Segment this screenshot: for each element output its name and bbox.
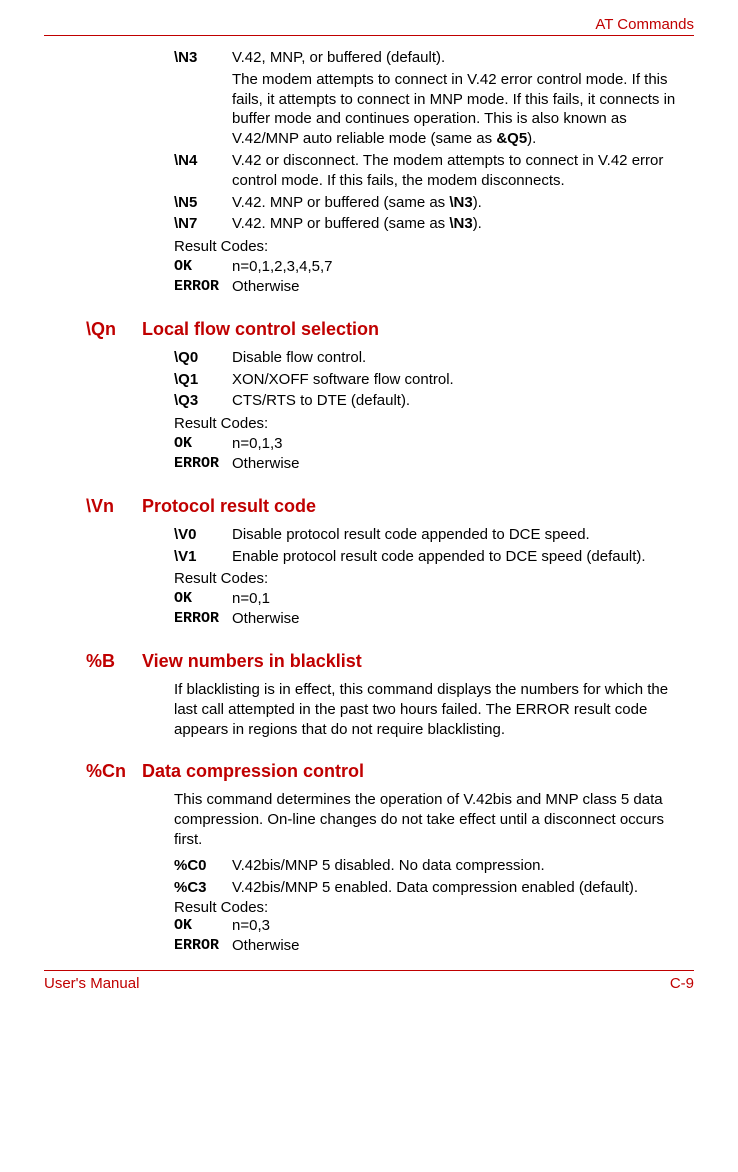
result-ok: OK n=0,3 xyxy=(174,916,694,936)
param-key: \N7 xyxy=(174,214,232,234)
section-vn: \Vn Protocol result code xyxy=(86,496,694,517)
param-key: \Q0 xyxy=(174,348,232,368)
result-code: ERROR xyxy=(174,609,232,629)
result-code: ERROR xyxy=(174,454,232,474)
section-pc: %Cn Data compression control xyxy=(86,761,694,782)
result-codes-label: Result Codes: xyxy=(174,570,694,587)
text: The modem attempts to connect in V.42 er… xyxy=(232,71,675,147)
param-n4: \N4 V.42 or disconnect. The modem attemp… xyxy=(174,151,694,191)
section-pb: %B View numbers in blacklist xyxy=(86,651,694,672)
section-cmd: \Vn xyxy=(86,496,124,517)
param-q0: \Q0 Disable flow control. xyxy=(174,348,694,368)
param-key: \N4 xyxy=(174,151,232,191)
section-title: View numbers in blacklist xyxy=(142,651,362,672)
param-key: \V0 xyxy=(174,525,232,545)
param-value: Enable protocol result code appended to … xyxy=(232,547,694,567)
param-value: V.42 or disconnect. The modem attempts t… xyxy=(232,151,694,191)
param-n3-line1: \N3 V.42, MNP, or buffered (default). xyxy=(174,48,694,68)
result-value: n=0,1 xyxy=(232,589,694,609)
result-codes-label: Result Codes: xyxy=(174,238,694,255)
spacer xyxy=(174,70,232,149)
result-value: Otherwise xyxy=(232,936,694,956)
param-v0: \V0 Disable protocol result code appende… xyxy=(174,525,694,545)
param-key: \N3 xyxy=(174,48,232,68)
result-value: Otherwise xyxy=(232,454,694,474)
section-title: Local flow control selection xyxy=(142,319,379,340)
section-body: If blacklisting is in effect, this comma… xyxy=(174,680,694,739)
result-code: OK xyxy=(174,916,232,936)
param-n5: \N5 V.42. MNP or buffered (same as \N3). xyxy=(174,193,694,213)
param-value: V.42bis/MNP 5 disabled. No data compress… xyxy=(232,856,694,876)
param-key: \N5 xyxy=(174,193,232,213)
param-value: CTS/RTS to DTE (default). xyxy=(232,391,694,411)
result-error: ERROR Otherwise xyxy=(174,609,694,629)
text: ). xyxy=(527,130,536,147)
section-cmd: %B xyxy=(86,651,124,672)
param-n7: \N7 V.42. MNP or buffered (same as \N3). xyxy=(174,214,694,234)
param-value: The modem attempts to connect in V.42 er… xyxy=(232,70,694,149)
result-code: OK xyxy=(174,434,232,454)
footer-left: User's Manual xyxy=(44,975,139,992)
param-v1: \V1 Enable protocol result code appended… xyxy=(174,547,694,567)
header-right: AT Commands xyxy=(595,16,694,33)
footer-right: C-9 xyxy=(670,975,694,992)
section-qn: \Qn Local flow control selection xyxy=(86,319,694,340)
section-title: Protocol result code xyxy=(142,496,316,517)
param-value: V.42bis/MNP 5 enabled. Data compression … xyxy=(232,878,694,898)
bold-text: \N3 xyxy=(449,194,472,211)
result-value: n=0,1,3 xyxy=(232,434,694,454)
bold-text: \N3 xyxy=(449,215,472,232)
result-code: OK xyxy=(174,257,232,277)
section-title: Data compression control xyxy=(142,761,364,782)
param-value: Disable protocol result code appended to… xyxy=(232,525,694,545)
result-ok: OK n=0,1,3 xyxy=(174,434,694,454)
param-q3: \Q3 CTS/RTS to DTE (default). xyxy=(174,391,694,411)
page-header: AT Commands xyxy=(44,16,694,36)
section-body: This command determines the operation of… xyxy=(174,790,694,849)
result-value: n=0,3 xyxy=(232,916,694,936)
text: V.42. MNP or buffered (same as xyxy=(232,215,449,232)
param-value: V.42. MNP or buffered (same as \N3). xyxy=(232,193,694,213)
text: ). xyxy=(473,194,482,211)
param-value: XON/XOFF software flow control. xyxy=(232,370,694,390)
param-q1: \Q1 XON/XOFF software flow control. xyxy=(174,370,694,390)
param-key: \Q3 xyxy=(174,391,232,411)
param-c3: %C3 V.42bis/MNP 5 enabled. Data compress… xyxy=(174,878,694,898)
param-key: \V1 xyxy=(174,547,232,567)
page-footer: User's Manual C-9 xyxy=(44,970,694,992)
result-code: ERROR xyxy=(174,277,232,297)
result-codes-label: Result Codes: xyxy=(174,899,694,916)
param-key: \Q1 xyxy=(174,370,232,390)
page: AT Commands \N3 V.42, MNP, or buffered (… xyxy=(0,0,738,1012)
param-key: %C3 xyxy=(174,878,232,898)
bold-text: &Q5 xyxy=(496,130,527,147)
result-codes-label: Result Codes: xyxy=(174,415,694,432)
result-ok: OK n=0,1 xyxy=(174,589,694,609)
param-key: %C0 xyxy=(174,856,232,876)
result-code: ERROR xyxy=(174,936,232,956)
param-value: V.42, MNP, or buffered (default). xyxy=(232,48,694,68)
result-value: Otherwise xyxy=(232,609,694,629)
param-value: Disable flow control. xyxy=(232,348,694,368)
result-ok: OK n=0,1,2,3,4,5,7 xyxy=(174,257,694,277)
text: ). xyxy=(473,215,482,232)
text: V.42. MNP or buffered (same as xyxy=(232,194,449,211)
result-value: n=0,1,2,3,4,5,7 xyxy=(232,257,694,277)
param-c0: %C0 V.42bis/MNP 5 disabled. No data comp… xyxy=(174,856,694,876)
param-n3-line2: The modem attempts to connect in V.42 er… xyxy=(174,70,694,149)
result-error: ERROR Otherwise xyxy=(174,936,694,956)
section-cmd: \Qn xyxy=(86,319,124,340)
result-error: ERROR Otherwise xyxy=(174,454,694,474)
result-code: OK xyxy=(174,589,232,609)
result-error: ERROR Otherwise xyxy=(174,277,694,297)
param-value: V.42. MNP or buffered (same as \N3). xyxy=(232,214,694,234)
result-value: Otherwise xyxy=(232,277,694,297)
section-cmd: %Cn xyxy=(86,761,124,782)
